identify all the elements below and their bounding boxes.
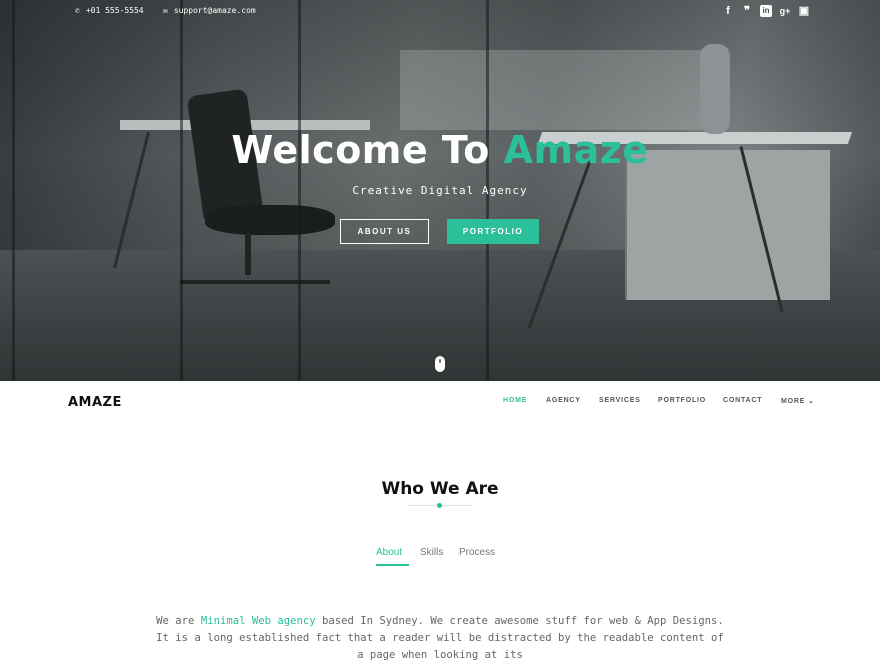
title-divider-dot <box>437 503 442 508</box>
hero-title: Welcome To Amaze <box>0 128 880 172</box>
background-wall <box>400 50 720 130</box>
brand-logo[interactable]: AMAZE <box>68 395 122 410</box>
background-chair-seat <box>205 205 335 235</box>
hero-subtitle: Creative Digital Agency <box>352 184 528 197</box>
nav-item-agency[interactable]: AGENCY <box>546 397 581 404</box>
nav-item-home[interactable]: HOME <box>503 397 527 404</box>
portfolio-button[interactable]: PORTFOLIO <box>447 219 539 244</box>
active-tab-indicator <box>376 564 409 566</box>
hero-section: ✆ +01 555-5554 ✉ support@amaze.com f ❞ i… <box>0 0 880 381</box>
social-links: f ❞ in g+ ▣ <box>722 5 810 17</box>
hero-title-prefix: Welcome To <box>231 128 504 172</box>
tab-skills[interactable]: Skills <box>420 547 443 558</box>
contact-phone[interactable]: ✆ +01 555-5554 <box>75 6 144 15</box>
instagram-icon[interactable]: ▣ <box>798 5 810 17</box>
section-title: Who We Are <box>381 479 499 499</box>
envelope-icon: ✉ <box>163 6 168 15</box>
linkedin-icon[interactable]: in <box>760 5 772 17</box>
nav-item-services[interactable]: SERVICES <box>599 397 641 404</box>
about-text-start: We are <box>156 615 201 627</box>
facebook-icon[interactable]: f <box>722 5 734 17</box>
nav-item-portfolio[interactable]: PORTFOLIO <box>658 397 706 404</box>
nav-item-more[interactable]: MORE ⌄ <box>781 397 815 405</box>
background-chair-far <box>700 44 730 134</box>
background-cabinet <box>625 150 830 300</box>
tab-about[interactable]: About <box>376 547 402 558</box>
main-navbar: AMAZE HOME AGENCY SERVICES PORTFOLIO CON… <box>0 381 880 423</box>
top-contact-bar: ✆ +01 555-5554 ✉ support@amaze.com f ❞ i… <box>0 0 880 24</box>
google-plus-icon[interactable]: g+ <box>779 5 791 17</box>
email-address: support@amaze.com <box>173 6 256 15</box>
tab-process[interactable]: Process <box>459 547 495 558</box>
about-paragraph: We are Minimal Web agency based In Sydne… <box>150 613 730 660</box>
twitter-icon[interactable]: ❞ <box>741 5 753 17</box>
hero-title-accent: Amaze <box>503 128 649 172</box>
nav-item-contact[interactable]: CONTACT <box>723 397 762 404</box>
about-text-highlight: Minimal Web agency <box>200 615 316 627</box>
contact-email[interactable]: ✉ support@amaze.com <box>163 6 256 15</box>
background-chair-stem <box>245 235 251 275</box>
phone-icon: ✆ <box>75 6 80 15</box>
about-us-button[interactable]: ABOUT US <box>340 219 429 244</box>
scroll-down-icon[interactable] <box>435 356 445 372</box>
phone-number: +01 555-5554 <box>85 6 144 15</box>
background-chair-base <box>180 280 330 284</box>
